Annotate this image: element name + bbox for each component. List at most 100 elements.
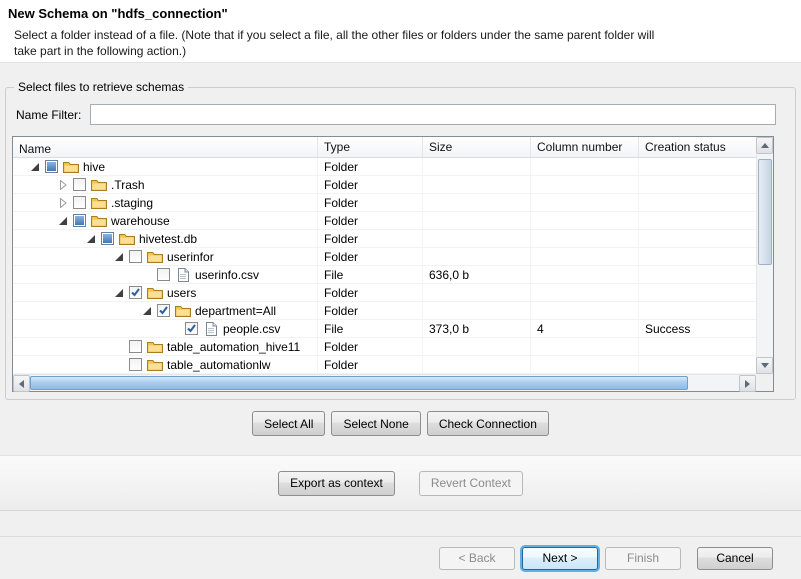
column-header-type[interactable]: Type: [318, 137, 423, 157]
tree-collapse-icon[interactable]: [141, 306, 153, 316]
scroll-down-button[interactable]: [756, 357, 773, 374]
wizard-description: Select a folder instead of a file. (Note…: [14, 27, 654, 59]
finish-button[interactable]: Finish: [605, 547, 681, 570]
tree-row-staging[interactable]: .stagingFolder: [13, 194, 756, 212]
description-line-2: take part in the following action.): [14, 43, 654, 59]
row-checkbox[interactable]: [129, 286, 142, 299]
tree-collapse-icon[interactable]: [113, 288, 125, 298]
tree-row-users[interactable]: users Folder: [13, 284, 756, 302]
folder-icon: [91, 179, 107, 191]
cancel-button[interactable]: Cancel: [697, 547, 773, 570]
cell-colnum: [531, 230, 639, 247]
row-name-label: userinfor: [167, 249, 214, 265]
expander-spacer: [113, 360, 125, 370]
tree-collapse-icon[interactable]: [85, 234, 97, 244]
cell-name: userinfor: [13, 248, 318, 265]
cell-size: [423, 212, 531, 229]
tree-row-department-all[interactable]: department=AllFolder: [13, 302, 756, 320]
check-connection-button[interactable]: Check Connection: [427, 411, 549, 436]
tree-expand-icon[interactable]: [57, 198, 69, 208]
cell-colnum: [531, 194, 639, 211]
cell-size: [423, 158, 531, 175]
export-as-context-button[interactable]: Export as context: [278, 471, 395, 496]
cell-type: Folder: [318, 158, 423, 175]
select-all-button[interactable]: Select All: [252, 411, 325, 436]
revert-context-button[interactable]: Revert Context: [419, 471, 523, 496]
row-checkbox[interactable]: [45, 160, 58, 173]
cell-name: users: [13, 284, 318, 301]
column-header-status[interactable]: Creation status: [639, 137, 756, 157]
select-files-group: Select files to retrieve schemas Name Fi…: [5, 87, 796, 400]
cell-type: Folder: [318, 230, 423, 247]
arrow-right-icon: [745, 380, 750, 388]
arrow-down-icon: [761, 363, 769, 368]
horizontal-scroll-thumb[interactable]: [30, 376, 688, 390]
scroll-right-button[interactable]: [739, 375, 756, 392]
table-header: NameTypeSizeColumn numberCreation status: [13, 137, 756, 158]
select-none-button[interactable]: Select None: [331, 411, 420, 436]
next-button[interactable]: Next >: [522, 547, 598, 570]
table-body: hiveFolder.TrashFolder.stagingFolderware…: [13, 158, 756, 374]
tree-row-hive[interactable]: hiveFolder: [13, 158, 756, 176]
vertical-scroll-thumb[interactable]: [758, 159, 772, 265]
cell-size: [423, 230, 531, 247]
tree-expand-icon[interactable]: [57, 180, 69, 190]
cell-size: [423, 194, 531, 211]
scroll-left-button[interactable]: [13, 375, 30, 392]
horizontal-scrollbar[interactable]: [13, 374, 756, 391]
cell-size: [423, 284, 531, 301]
tree-collapse-icon[interactable]: [57, 216, 69, 226]
scrollbar-corner: [756, 374, 773, 391]
row-checkbox[interactable]: [157, 268, 170, 281]
column-header-name[interactable]: Name: [13, 137, 318, 157]
back-button[interactable]: < Back: [439, 547, 515, 570]
cell-type: Folder: [318, 356, 423, 373]
row-checkbox[interactable]: [129, 358, 142, 371]
scroll-up-button[interactable]: [756, 137, 773, 154]
cell-colnum: [531, 356, 639, 373]
cell-type: Folder: [318, 338, 423, 355]
row-name-label: .Trash: [111, 177, 145, 193]
cell-type: File: [318, 320, 423, 337]
row-checkbox[interactable]: [73, 178, 86, 191]
tree-row-table-automationlw[interactable]: table_automationlwFolder: [13, 356, 756, 374]
cell-status: [639, 284, 756, 301]
row-checkbox[interactable]: [129, 340, 142, 353]
cell-name: table_automationlw: [13, 356, 318, 373]
row-checkbox[interactable]: [73, 214, 86, 227]
cell-name: warehouse: [13, 212, 318, 229]
schema-tree-table: NameTypeSizeColumn numberCreation status…: [12, 136, 774, 392]
row-checkbox[interactable]: [129, 250, 142, 263]
tree-row-table-automation-hive11[interactable]: table_automation_hive11Folder: [13, 338, 756, 356]
cell-size: [423, 356, 531, 373]
name-filter-input[interactable]: [90, 104, 776, 125]
tree-row-userinfo-csv[interactable]: userinfo.csvFile636,0 b: [13, 266, 756, 284]
row-name-label: users: [167, 285, 196, 301]
file-icon: [175, 268, 191, 282]
tree-row-userinfor[interactable]: userinfor Folder: [13, 248, 756, 266]
cell-type: Folder: [318, 248, 423, 265]
arrow-left-icon: [19, 380, 24, 388]
folder-icon: [147, 287, 163, 299]
cell-colnum: 4: [531, 320, 639, 337]
row-checkbox[interactable]: [101, 232, 114, 245]
tree-collapse-icon[interactable]: [29, 162, 41, 172]
column-header-size[interactable]: Size: [423, 137, 531, 157]
cell-size: 373,0 b: [423, 320, 531, 337]
row-checkbox[interactable]: [73, 196, 86, 209]
row-checkbox[interactable]: [185, 322, 198, 335]
new-schema-wizard-dialog: New Schema on "hdfs_connection" Select a…: [0, 0, 801, 579]
column-header-colnum[interactable]: Column number: [531, 137, 639, 157]
tree-row-warehouse[interactable]: warehouseFolder: [13, 212, 756, 230]
vertical-scrollbar[interactable]: [756, 137, 773, 374]
cell-type: Folder: [318, 302, 423, 319]
folder-icon: [147, 359, 163, 371]
tree-collapse-icon[interactable]: [113, 252, 125, 262]
tree-row-trash[interactable]: .TrashFolder: [13, 176, 756, 194]
row-checkbox[interactable]: [157, 304, 170, 317]
cell-colnum: [531, 266, 639, 283]
wizard-header: New Schema on "hdfs_connection" Select a…: [0, 0, 801, 63]
cell-type: Folder: [318, 284, 423, 301]
tree-row-hivetest-db[interactable]: hivetest.dbFolder: [13, 230, 756, 248]
tree-row-people-csv[interactable]: people.csvFile373,0 b4Success: [13, 320, 756, 338]
